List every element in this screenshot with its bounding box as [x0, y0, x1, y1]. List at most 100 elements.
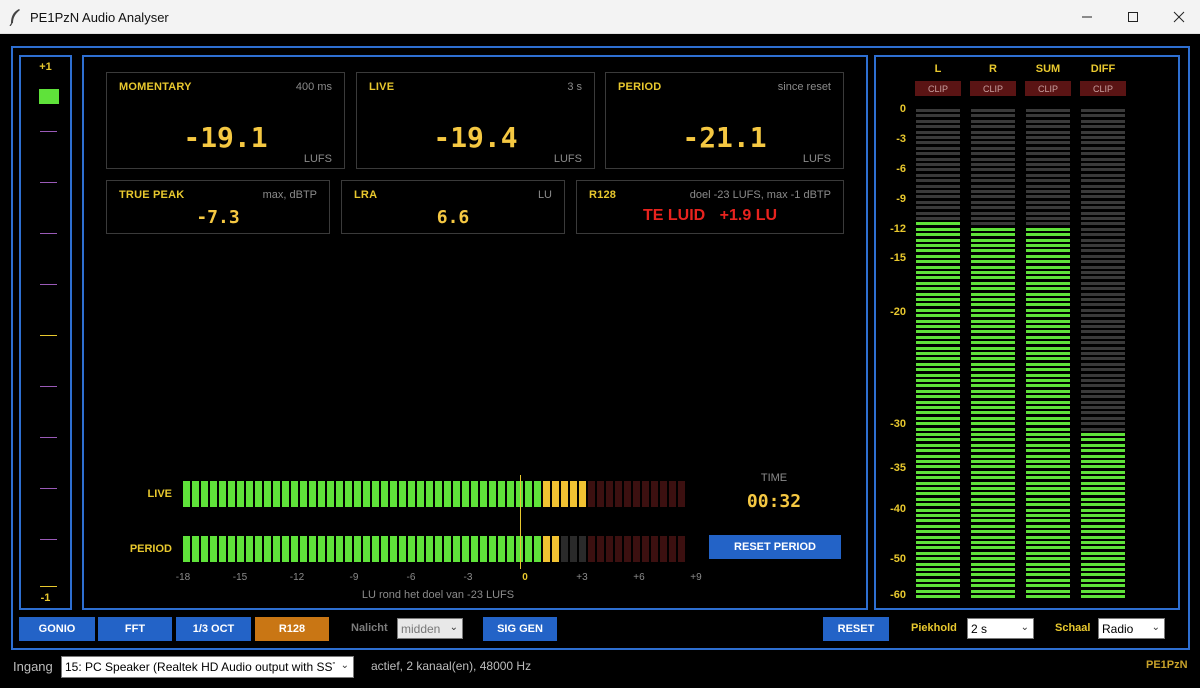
lra-panel: LRA LU 6.6 — [341, 180, 565, 234]
level-segment — [916, 222, 960, 226]
fft-button[interactable]: FFT — [98, 617, 172, 641]
level-segment — [971, 508, 1015, 512]
level-segment — [971, 125, 1015, 129]
bar-segment — [570, 536, 577, 562]
level-segment — [916, 249, 960, 253]
level-segment — [1026, 389, 1070, 393]
level-segment — [971, 238, 1015, 242]
piekhold-select[interactable]: 2 s ⌄ — [967, 618, 1034, 639]
level-segment — [1081, 130, 1125, 134]
reset-button[interactable]: RESET — [823, 617, 889, 641]
bar-segment — [192, 481, 199, 507]
level-segment — [1081, 281, 1125, 285]
level-segment — [971, 373, 1015, 377]
level-segment — [916, 465, 960, 469]
schaal-select[interactable]: Radio ⌄ — [1098, 618, 1165, 639]
piekhold-label: Piekhold — [911, 622, 957, 634]
maximize-button[interactable] — [1110, 0, 1156, 34]
bar-segment — [327, 481, 334, 507]
level-segment — [1081, 476, 1125, 480]
bar-segment — [489, 536, 496, 562]
level-segment — [1081, 562, 1125, 566]
period-unit: LUFS — [802, 153, 831, 165]
level-segment — [916, 589, 960, 593]
bar-segment — [309, 481, 316, 507]
bar-segment — [543, 536, 550, 562]
bar-segment — [282, 481, 289, 507]
bar-segment — [327, 536, 334, 562]
level-segment — [1026, 352, 1070, 355]
level-segment — [916, 298, 960, 301]
bar-segment — [606, 536, 613, 562]
level-segment — [1026, 330, 1070, 334]
clip-indicator-l: CLIP — [915, 81, 961, 96]
level-segment — [1081, 254, 1125, 258]
bar-scale-label: -6 — [406, 572, 416, 583]
level-segment — [1026, 416, 1070, 420]
level-segment — [1081, 146, 1125, 150]
bar-segment — [579, 481, 586, 507]
level-segment — [971, 357, 1015, 361]
level-segment — [971, 492, 1015, 496]
level-segment — [1026, 179, 1070, 183]
level-scale-label: -6 — [896, 162, 906, 175]
bar-scale-label: -3 — [463, 572, 473, 583]
correlation-tick — [40, 284, 57, 285]
level-segment — [971, 227, 1015, 231]
bar-segment — [210, 481, 217, 507]
level-segment — [1081, 411, 1125, 415]
bar-segment — [363, 481, 370, 507]
level-segment — [1081, 206, 1125, 210]
sig-gen-button[interactable]: SIG GEN — [483, 617, 557, 641]
level-segment — [971, 535, 1015, 539]
level-segment — [1026, 357, 1070, 361]
bar-segment — [597, 536, 604, 562]
level-segment — [1026, 362, 1070, 366]
timer-label: TIME — [760, 472, 788, 484]
level-segment — [1081, 443, 1125, 447]
close-button[interactable] — [1156, 0, 1200, 34]
title-bar: PE1PzN Audio Analyser — [0, 0, 1200, 34]
correlation-tick — [40, 335, 57, 336]
level-segment — [1026, 109, 1070, 112]
level-segment — [971, 254, 1015, 258]
level-segment — [971, 411, 1015, 415]
level-segment — [916, 346, 960, 350]
r128-button[interactable]: R128 — [255, 617, 329, 641]
level-segment — [1026, 578, 1070, 582]
level-scale-label: -20 — [890, 306, 906, 319]
bar-segment — [435, 536, 442, 562]
ingang-select[interactable]: 15: PC Speaker (Realtek HD Audio output … — [61, 656, 354, 678]
level-segment — [1026, 190, 1070, 193]
level-segment — [916, 265, 960, 269]
level-segment — [971, 276, 1015, 280]
third-octave-button[interactable]: 1/3 OCT — [176, 617, 251, 641]
level-segment — [916, 454, 960, 458]
bar-segment — [255, 481, 262, 507]
reset-period-button[interactable]: RESET PERIOD — [709, 535, 841, 559]
level-segment — [971, 470, 1015, 474]
level-segment — [971, 173, 1015, 177]
level-segment — [916, 357, 960, 361]
bar-scale-label: -12 — [289, 572, 305, 583]
level-segment — [971, 368, 1015, 372]
nalicht-value: midden — [401, 621, 441, 636]
level-segment — [1026, 217, 1070, 220]
live-bar — [183, 481, 687, 507]
level-segment — [1081, 503, 1125, 507]
bar-segment — [660, 536, 667, 562]
level-segment — [1026, 271, 1070, 274]
level-segment — [1081, 179, 1125, 183]
level-segment — [971, 265, 1015, 269]
level-segment — [1026, 227, 1070, 231]
level-segment — [971, 551, 1015, 555]
level-segment — [1026, 465, 1070, 469]
level-segment — [971, 303, 1015, 307]
nalicht-select[interactable]: midden ⌄ — [397, 618, 463, 639]
level-segment — [1081, 244, 1125, 247]
level-segment — [1081, 303, 1125, 307]
level-segment — [916, 308, 960, 312]
minimize-button[interactable] — [1064, 0, 1110, 34]
level-segment — [1081, 422, 1125, 426]
gonio-button[interactable]: GONIO — [19, 617, 95, 641]
